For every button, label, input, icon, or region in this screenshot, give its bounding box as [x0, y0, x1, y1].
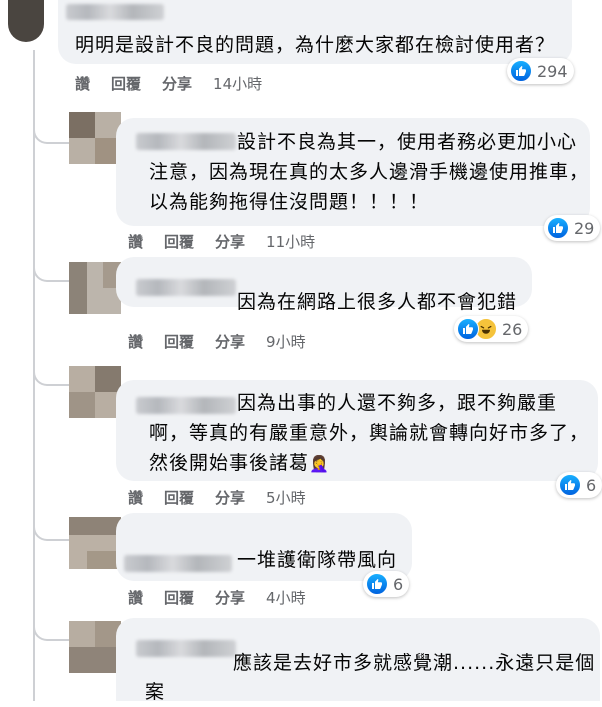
commenter-name[interactable] [66, 4, 164, 20]
comment-actions: 讚回覆 分享 5小時 [128, 487, 327, 508]
reply-branch-line [33, 607, 71, 641]
reply-button[interactable]: 回覆 [111, 73, 141, 94]
reaction-summary[interactable]: 6 [556, 472, 602, 498]
like-button[interactable]: 讚 [128, 331, 143, 352]
reply-branch-line [33, 248, 71, 282]
share-button[interactable]: 分享 [215, 587, 245, 608]
like-button[interactable]: 讚 [128, 487, 143, 508]
timestamp[interactable]: 4小時 [266, 587, 306, 608]
comment-actions: 讚回覆 分享 11小時 [128, 231, 336, 252]
share-button[interactable]: 分享 [162, 73, 192, 94]
commenter-name[interactable] [136, 133, 236, 150]
comment-bubble: 設計不良為其一，使用者務必更加小心 注意，因為現在真的太多人邊滑手機邊使用推車，… [116, 118, 590, 226]
comment-text: 注意，因為現在真的太多人邊滑手機邊使用推車， [149, 161, 590, 183]
comment-text: 因為在網路上很多人都不會犯錯 [237, 291, 518, 313]
reaction-count: 294 [537, 61, 568, 81]
reaction-count: 6 [586, 475, 597, 495]
comment-text: 設計不良為其一，使用者務必更加小心 [237, 131, 578, 153]
reaction-summary[interactable]: 6 [363, 571, 410, 597]
like-icon [547, 217, 569, 239]
comment-bubble: 一堆護衛隊帶風向 [116, 513, 412, 581]
comment-actions: 讚回覆 分享 9小時 [128, 331, 327, 352]
reaction-summary[interactable]: 294 [507, 58, 574, 84]
like-icon [559, 474, 581, 496]
comment-text: 應該是去好市多就感覺潮......永遠只是個 [233, 652, 596, 674]
reaction-count: 29 [574, 218, 595, 238]
comment-actions: 讚回覆 分享 4小時 [128, 587, 327, 608]
reply-branch-line [33, 352, 71, 386]
timestamp[interactable]: 5小時 [266, 487, 306, 508]
avatar[interactable] [69, 621, 121, 673]
reaction-summary[interactable]: 26 [454, 316, 529, 342]
reply-button[interactable]: 回覆 [164, 231, 194, 252]
avatar[interactable] [8, 0, 44, 42]
commenter-name[interactable] [136, 279, 236, 296]
avatar[interactable] [69, 366, 121, 418]
commenter-name[interactable] [124, 555, 232, 572]
share-button[interactable]: 分享 [215, 231, 245, 252]
avatar[interactable] [69, 262, 121, 314]
timestamp[interactable]: 9小時 [266, 331, 306, 352]
timestamp[interactable]: 11小時 [266, 231, 315, 252]
comment-bubble: 因為出事的人還不夠多，跟不夠嚴重 啊，等真的有嚴重意外，輿論就會轉向好市多了， … [116, 380, 598, 481]
commenter-name[interactable] [136, 397, 236, 414]
reaction-count: 6 [393, 574, 404, 594]
reply-branch-line [33, 507, 71, 541]
reply-button[interactable]: 回覆 [164, 331, 194, 352]
reply-branch-line [33, 110, 71, 144]
like-button[interactable]: 讚 [75, 73, 90, 94]
share-button[interactable]: 分享 [215, 331, 245, 352]
comment-bubble: 應該是去好市多就感覺潮......永遠只是個 案 [116, 618, 600, 703]
comment-text: 然後開始事後諸葛🤦‍♀️ [149, 448, 330, 479]
reaction-count: 26 [502, 319, 523, 339]
reply-button[interactable]: 回覆 [164, 487, 194, 508]
like-icon [510, 60, 532, 82]
avatar[interactable] [69, 517, 121, 569]
comment-text: 以為能夠拖得住沒問題！！！！ [149, 191, 430, 213]
comment-actions: 讚回覆 分享 14小時 [75, 73, 283, 94]
like-button[interactable]: 讚 [128, 231, 143, 252]
comment-text: 啊，等真的有嚴重意外，輿論就會轉向好市多了， [149, 422, 590, 444]
reply-button[interactable]: 回覆 [164, 587, 194, 608]
commenter-name[interactable] [136, 640, 236, 657]
comment-bubble: 因為在網路上很多人都不會犯錯 [116, 257, 532, 313]
like-button[interactable]: 讚 [128, 587, 143, 608]
share-button[interactable]: 分享 [215, 487, 245, 508]
like-icon [366, 573, 388, 595]
comment-text: 因為出事的人還不夠多，跟不夠嚴重 [237, 392, 558, 414]
comment-text: 案 [145, 681, 166, 703]
reaction-summary[interactable]: 29 [544, 215, 601, 241]
avatar[interactable] [69, 112, 121, 164]
facepalm-emoji-icon: 🤦‍♀️ [309, 454, 330, 473]
timestamp[interactable]: 14小時 [213, 73, 262, 94]
comment-bubble: 明明是設計不良的問題，為什麼大家都在檢討使用者？ [58, 0, 572, 64]
like-icon [457, 318, 479, 340]
comment-text: 明明是設計不良的問題，為什麼大家都在檢討使用者？ [75, 34, 556, 56]
